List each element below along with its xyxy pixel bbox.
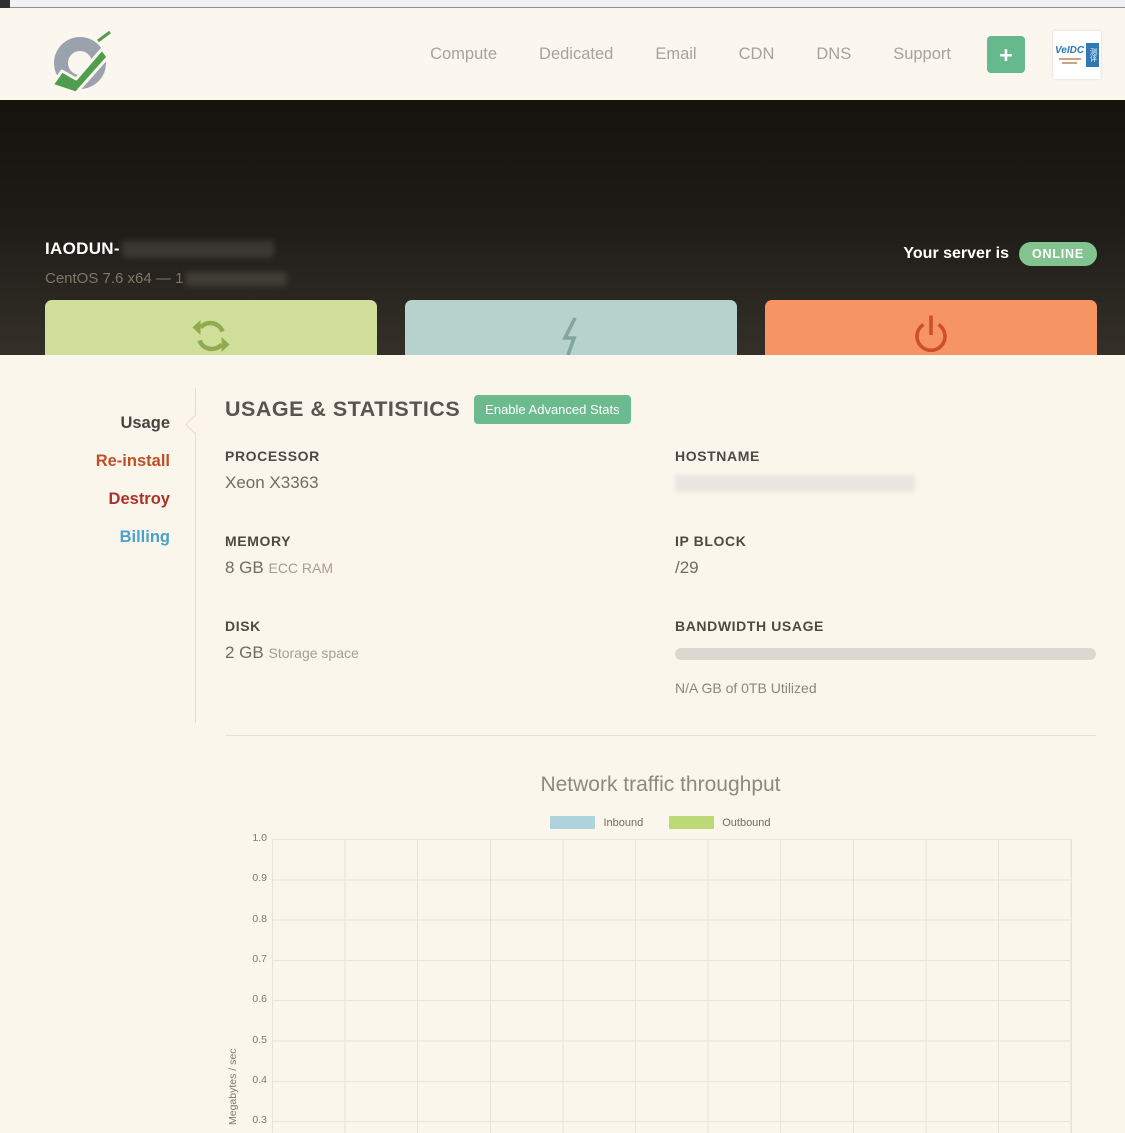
y-axis-label: Megabytes / sec (227, 1048, 239, 1125)
redacted-ip-address (185, 271, 288, 286)
disk-value: 2 GB (225, 643, 264, 662)
nav-item-cdn[interactable]: CDN (739, 45, 775, 64)
page-title: USAGE & STATISTICS (225, 397, 461, 421)
add-server-button[interactable]: + (987, 36, 1025, 73)
nav-item-support[interactable]: Support (893, 45, 951, 64)
network-traffic-chart-plot (272, 839, 1072, 1133)
veidc-tagline-bar (1062, 62, 1077, 64)
processor-label: PROCESSOR (225, 448, 320, 464)
y-axis-tick: 1.0 (252, 832, 267, 844)
bandwidth-usage-text: N/A GB of 0TB Utilized (675, 680, 817, 696)
sidebar-active-notch (185, 415, 204, 434)
shutdown-power-icon (765, 312, 1097, 360)
sidebar-divider (195, 388, 196, 723)
nav-links: Compute Dedicated Email CDN DNS Support … (430, 9, 1101, 100)
hostname-label: HOSTNAME (675, 448, 760, 464)
nav-item-compute[interactable]: Compute (430, 45, 497, 64)
server-os-text: CentOS 7.6 x64 — 1 (45, 270, 184, 287)
veidc-brand-block: VeIDC (1055, 45, 1084, 64)
y-axis-tick: 0.3 (252, 1114, 267, 1126)
nav-item-email[interactable]: Email (655, 45, 696, 64)
redacted-server-name (121, 240, 274, 258)
brand-logo[interactable] (42, 23, 118, 99)
sidebar-item-billing[interactable]: Billing (0, 528, 170, 547)
page: Compute Dedicated Email CDN DNS Support … (0, 0, 1125, 1133)
memory-field: MEMORY 8 GB ECC RAM (225, 533, 333, 578)
memory-unit: ECC RAM (268, 560, 334, 576)
ip-block-value: /29 (675, 558, 699, 577)
processor-value: Xeon X3363 (225, 473, 319, 492)
top-nav: Compute Dedicated Email CDN DNS Support … (0, 9, 1125, 100)
veidc-tagline-bar (1058, 58, 1081, 60)
y-axis-tick: 0.8 (252, 913, 267, 925)
sidebar-item-reinstall[interactable]: Re-install (0, 452, 170, 471)
processor-field: PROCESSOR Xeon X3363 (225, 448, 320, 493)
bandwidth-progress-bar (675, 648, 1096, 660)
sidebar-item-destroy[interactable]: Destroy (0, 490, 170, 509)
disk-unit: Storage space (268, 645, 359, 661)
reboot-refresh-icon (45, 312, 377, 360)
hostname-field: HOSTNAME (675, 448, 915, 492)
sidebar-item-usage[interactable]: Usage (0, 414, 170, 433)
server-hero: IAODUN- CentOS 7.6 x64 — 1 Your server i… (0, 100, 1125, 405)
memory-value: 8 GB (225, 558, 264, 577)
y-axis-tick: 0.7 (252, 953, 267, 965)
disk-field: DISK 2 GB Storage space (225, 618, 359, 663)
nav-item-dns[interactable]: DNS (816, 45, 851, 64)
y-axis-tick: 0.5 (252, 1034, 267, 1046)
veidc-stamp: 测评 (1086, 42, 1100, 67)
logo-checkmark-icon (50, 30, 111, 95)
nav-item-dedicated[interactable]: Dedicated (539, 45, 613, 64)
browser-top-strip (0, 0, 1125, 8)
y-axis-tick: 0.9 (252, 872, 267, 884)
ip-block-field: IP BLOCK /29 (675, 533, 746, 578)
y-axis-tick: 0.6 (252, 993, 267, 1005)
bandwidth-label: BANDWIDTH USAGE (675, 618, 824, 634)
veidc-badge[interactable]: VeIDC 测评 (1053, 30, 1101, 79)
inbound-legend-label: Inbound (603, 816, 644, 829)
browser-corner-mark (0, 0, 10, 8)
disk-label: DISK (225, 618, 261, 634)
ip-block-label: IP BLOCK (675, 533, 747, 549)
bandwidth-field: BANDWIDTH USAGE N/A GB of 0TB Utilized (675, 618, 1096, 696)
status-badge: ONLINE (1018, 242, 1097, 266)
outbound-legend-swatch (669, 816, 715, 829)
chart-legend: Inbound Outbound (225, 816, 1096, 829)
server-name: IAODUN- (45, 239, 120, 258)
server-title-row: IAODUN- (45, 239, 274, 259)
section-heading-row: USAGE & STATISTICS Enable Advanced Stats (225, 395, 631, 424)
chart-title: Network traffic throughput (540, 773, 781, 796)
server-subtitle-row: CentOS 7.6 x64 — 1 (45, 270, 288, 287)
outbound-legend-label: Outbound (722, 816, 771, 829)
server-status-row: Your server is ONLINE (903, 242, 1097, 266)
usage-statistics-section: USAGE & STATISTICS Enable Advanced Stats… (225, 355, 1096, 1133)
memory-label: MEMORY (225, 533, 292, 549)
y-axis-tick: 0.4 (252, 1074, 267, 1086)
main-content: Usage Re-install Destroy Billing USAGE &… (0, 355, 1125, 1133)
content-divider (225, 735, 1096, 736)
enable-advanced-stats-button[interactable]: Enable Advanced Stats (474, 395, 631, 424)
veidc-brand-text: VeIDC (1054, 45, 1085, 56)
boot-lightning-icon (405, 312, 737, 360)
redacted-hostname-value (675, 475, 915, 492)
inbound-legend-swatch (550, 816, 596, 829)
status-prefix-text: Your server is (903, 245, 1009, 262)
